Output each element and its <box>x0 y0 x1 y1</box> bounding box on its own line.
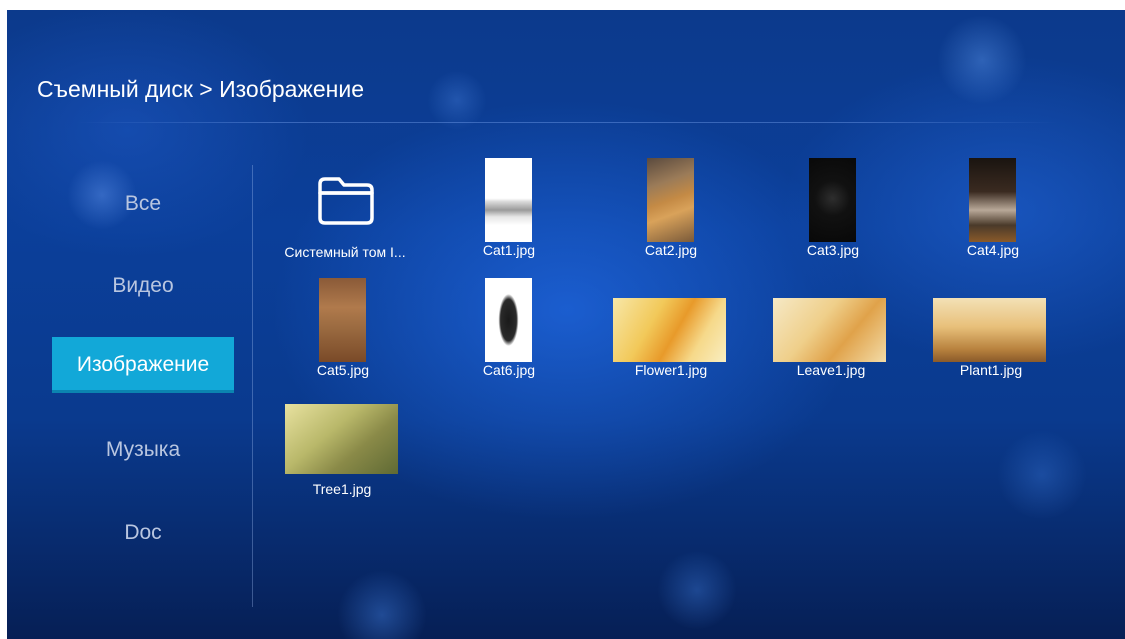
folder-icon <box>318 177 374 225</box>
file-tile-image[interactable]: Cat6.jpg <box>429 278 589 396</box>
sidebar-item-image[interactable]: Изображение <box>52 337 234 393</box>
breadcrumb: Съемный диск > Изображение <box>37 76 364 102</box>
bokeh-light <box>337 570 427 639</box>
image-thumbnail <box>285 404 398 474</box>
image-thumbnail <box>613 298 726 362</box>
sidebar-item-doc[interactable]: Doc <box>52 505 234 561</box>
file-name: Cat2.jpg <box>644 242 698 258</box>
file-tile-image[interactable]: Cat1.jpg <box>429 158 589 276</box>
sidebar-divider <box>252 165 253 607</box>
bokeh-light <box>427 70 487 130</box>
image-thumbnail <box>485 278 532 362</box>
image-thumbnail <box>485 158 532 242</box>
bokeh-light <box>937 15 1027 105</box>
image-thumbnail <box>969 158 1016 242</box>
title-divider <box>77 122 1057 123</box>
sidebar-item-music[interactable]: Музыка <box>52 422 234 478</box>
file-name: Leave1.jpg <box>796 362 866 378</box>
image-thumbnail <box>773 298 886 362</box>
file-tile-image[interactable]: Cat5.jpg <box>263 278 423 396</box>
file-tile-image[interactable]: Flower1.jpg <box>591 278 751 396</box>
file-name: Plant1.jpg <box>959 362 1023 378</box>
image-thumbnail <box>933 298 1046 362</box>
image-thumbnail <box>319 278 366 362</box>
file-tile-image[interactable]: Leave1.jpg <box>751 278 911 396</box>
file-name: Cat3.jpg <box>806 242 860 258</box>
file-tile-image[interactable]: Cat3.jpg <box>753 158 913 276</box>
media-browser-screen: Съемный диск > Изображение Все Видео Изо… <box>7 10 1125 639</box>
file-name: Cat4.jpg <box>966 242 1020 258</box>
sidebar-item-video[interactable]: Видео <box>52 258 234 314</box>
file-tile-image[interactable]: Plant1.jpg <box>911 278 1071 396</box>
bokeh-light <box>657 550 737 630</box>
sidebar-item-all[interactable]: Все <box>52 176 234 232</box>
file-tile-image[interactable]: Cat2.jpg <box>591 158 751 276</box>
file-name: Cat5.jpg <box>316 362 370 378</box>
file-name: Flower1.jpg <box>634 362 708 378</box>
file-tile-folder[interactable]: Системный том I... <box>265 158 425 276</box>
category-sidebar: Все Видео Изображение Музыка Doc <box>52 160 247 610</box>
bokeh-light <box>997 430 1087 520</box>
file-name: Системный том I... <box>284 244 406 260</box>
file-tile-image[interactable]: Cat4.jpg <box>913 158 1073 276</box>
file-name: Tree1.jpg <box>312 481 372 497</box>
image-thumbnail <box>647 158 694 242</box>
file-name: Cat6.jpg <box>482 362 536 378</box>
file-tile-image[interactable]: Tree1.jpg <box>262 384 422 502</box>
image-thumbnail <box>809 158 856 242</box>
file-name: Cat1.jpg <box>482 242 536 258</box>
